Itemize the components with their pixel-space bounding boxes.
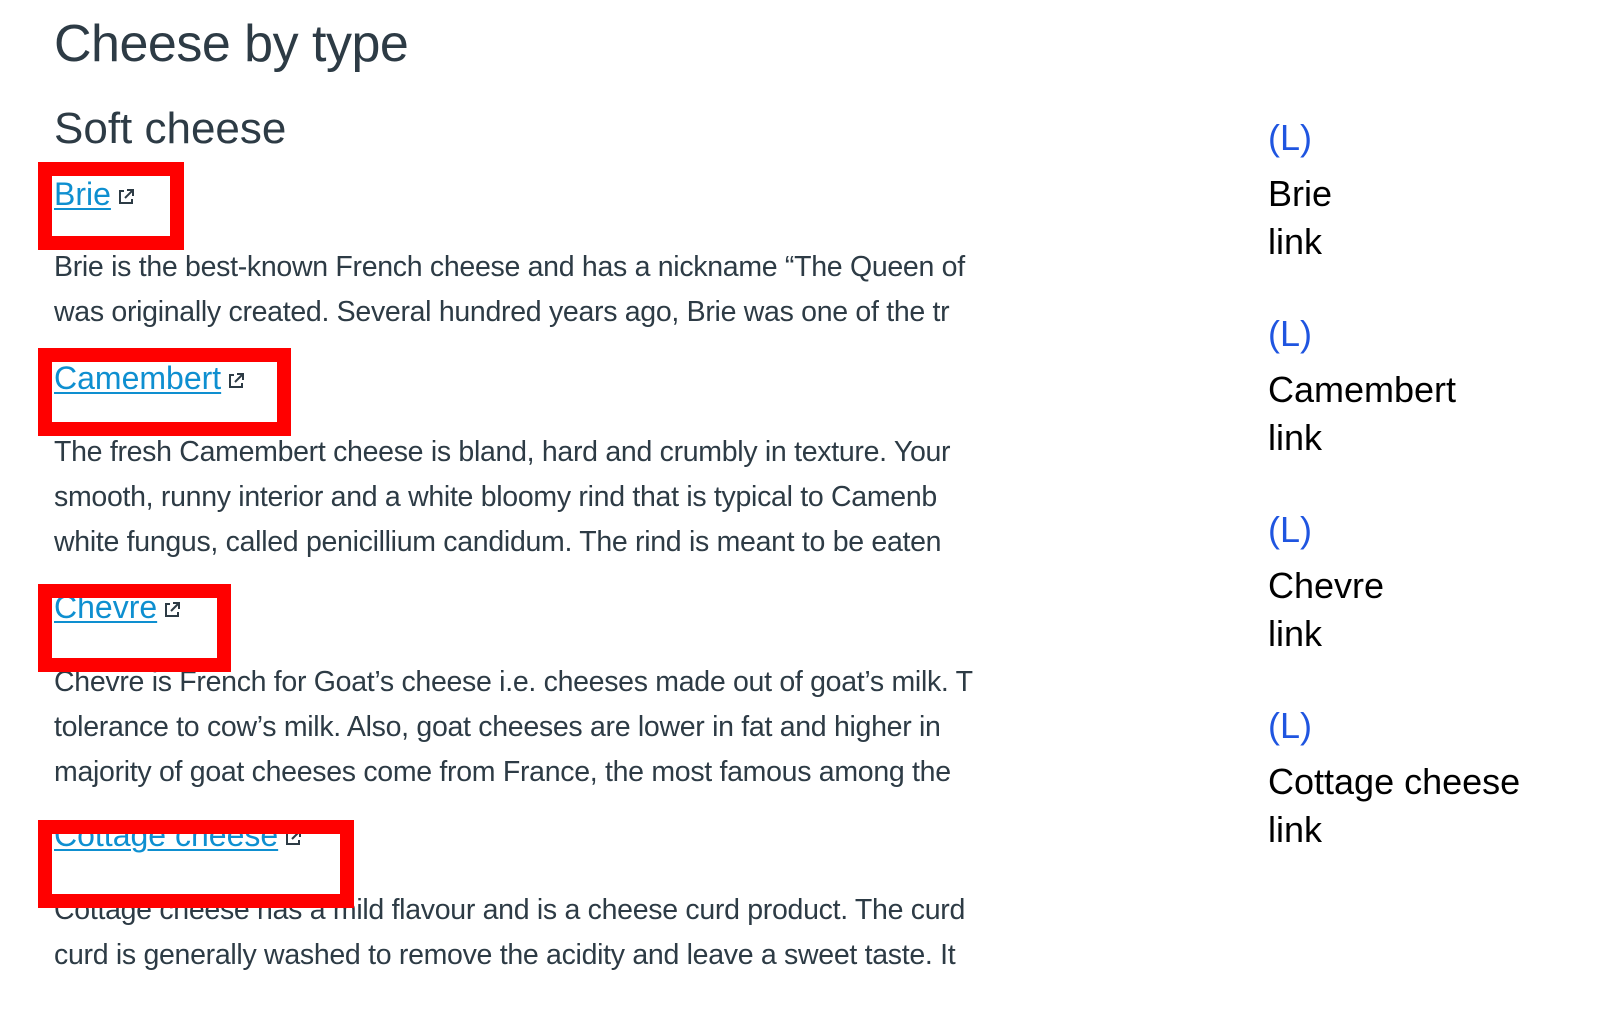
annotation-label: Chevre: [1268, 565, 1385, 606]
annotation-brie: (L) Brie link: [1268, 118, 1332, 266]
brie-link[interactable]: Brie: [54, 176, 135, 213]
description-line: tolerance to cow’s milk. Also, goat chee…: [54, 711, 941, 743]
annotation-label: link: [1268, 613, 1323, 654]
page-content: Cheese by type Soft cheese Brie Brie is …: [0, 0, 1030, 1018]
chevre-description: Chevre is French for Goat’s cheese i.e. …: [54, 660, 1029, 795]
annotation-label: link: [1268, 221, 1323, 262]
annotation-label: link: [1268, 417, 1323, 458]
description-line: Chevre is French for Goat’s cheese i.e. …: [54, 666, 973, 698]
annotation-cottage-cheese: (L) Cottage cheese link: [1268, 706, 1520, 854]
description-line: curd is generally washed to remove the a…: [54, 939, 956, 971]
annotation-label: Brie: [1268, 173, 1333, 214]
annotation-tag: (L): [1268, 313, 1312, 354]
external-link-icon: [118, 189, 134, 204]
camembert-link-text: Camembert: [54, 360, 222, 396]
chevre-link[interactable]: Chevre: [54, 589, 181, 626]
description-line: Cottage cheese has a mild flavour and is…: [54, 894, 965, 926]
annotation-label: Camembert: [1268, 369, 1457, 410]
camembert-link[interactable]: Camembert: [54, 360, 245, 397]
description-line: The fresh Camembert cheese is bland, har…: [54, 436, 951, 468]
external-link-icon: [286, 830, 302, 845]
description-line: was originally created. Several hundred …: [54, 296, 950, 328]
annotation-tag: (L): [1268, 509, 1312, 550]
annotation-camembert: (L) Camembert link: [1268, 314, 1456, 462]
annotation-tag: (L): [1268, 705, 1312, 746]
external-link-icon: [229, 373, 245, 388]
cottage-cheese-link-text: Cottage cheese: [54, 817, 279, 853]
external-link-icon: [165, 602, 181, 617]
camembert-description: The fresh Camembert cheese is bland, har…: [54, 430, 1029, 565]
cottage-cheese-description: Cottage cheese has a mild flavour and is…: [54, 888, 1029, 978]
annotation-chevre: (L) Chevre link: [1268, 510, 1384, 658]
description-line: majority of goat cheeses come from Franc…: [54, 756, 951, 788]
brie-link-text: Brie: [54, 176, 111, 212]
description-line: Brie is the best-known French cheese and…: [54, 251, 965, 283]
annotation-label: link: [1268, 809, 1323, 850]
annotation-label: Cottage cheese: [1268, 761, 1521, 802]
brie-description: Brie is the best-known French cheese and…: [54, 245, 1029, 335]
cottage-cheese-link[interactable]: Cottage cheese: [54, 817, 302, 854]
chevre-link-text: Chevre: [54, 589, 158, 625]
description-line: white fungus, called penicillium candidu…: [54, 526, 942, 558]
page-title: Cheese by type: [54, 15, 409, 73]
section-title: Soft cheese: [54, 104, 287, 153]
description-line: smooth, runny interior and a white bloom…: [54, 481, 937, 513]
annotation-tag: (L): [1268, 117, 1312, 158]
